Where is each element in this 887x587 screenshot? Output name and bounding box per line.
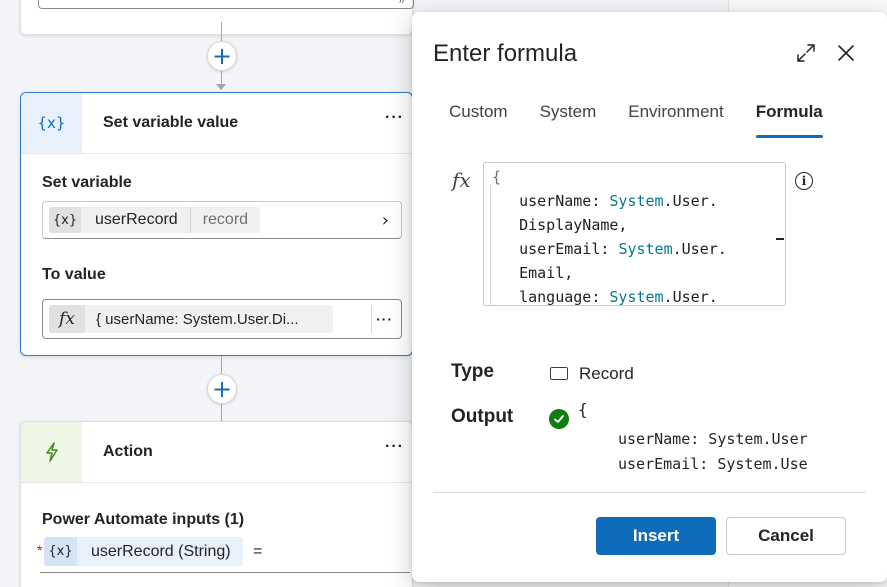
chevron-right-icon[interactable]: › (382, 210, 389, 231)
variable-icon: {x} (44, 537, 77, 566)
variable-name: userRecord (81, 207, 191, 233)
close-icon[interactable] (834, 41, 858, 65)
output-preview: userName: System.User userEmail: System.U… (618, 427, 816, 477)
variable-type: record (202, 211, 249, 228)
info-icon[interactable]: i (795, 172, 813, 190)
resize-handle-icon[interactable]: // (399, 0, 405, 6)
variable-icon: {x} (49, 207, 81, 233)
card-title: Action (103, 443, 153, 460)
plus-icon: + (211, 375, 233, 403)
input-underline (40, 572, 410, 573)
output-line: userName: System.User (618, 430, 808, 448)
lightning-bolt-icon (21, 422, 82, 482)
fx-icon: fx (452, 168, 471, 192)
tab-environment[interactable]: Environment (628, 102, 723, 138)
editor-scrollbar[interactable] (776, 238, 784, 240)
tab-custom[interactable]: Custom (449, 102, 508, 138)
success-check-icon (549, 409, 569, 429)
tab-system[interactable]: System (540, 102, 597, 138)
plus-icon: + (211, 42, 233, 70)
power-automate-inputs-label: Power Automate inputs (1) (42, 511, 245, 528)
previous-node-field[interactable]: // (38, 0, 414, 9)
card-header: {x} Set variable value ··· (21, 93, 412, 154)
set-variable-label: Set variable (42, 174, 132, 191)
action-card[interactable]: Action ··· Power Automate inputs (1) * {… (20, 421, 413, 587)
enter-formula-dialog: Enter formula Custom System Environment … (412, 12, 887, 582)
more-options-button[interactable]: ··· (385, 109, 404, 127)
add-node-button[interactable]: + (207, 374, 237, 404)
variable-picker[interactable]: {x} userRecord record › (42, 201, 402, 239)
to-value-label: To value (42, 266, 106, 283)
value-more-button[interactable]: ··· (371, 305, 397, 333)
formula-code[interactable]: { userName: System.User. DisplayName, us… (492, 165, 768, 305)
card-title: Set variable value (103, 114, 239, 131)
more-options-button[interactable]: ··· (385, 438, 404, 456)
output-line: userEmail: System.Use (618, 455, 808, 473)
formula-editor[interactable]: { userName: System.User. DisplayName, us… (483, 162, 786, 306)
type-value: Record (579, 364, 634, 383)
formula-chip[interactable]: fx { userName: System.User.Di... (49, 305, 333, 333)
variable-icon: {x} (21, 93, 82, 153)
expand-icon[interactable] (794, 41, 818, 65)
cancel-button[interactable]: Cancel (726, 517, 846, 555)
previous-node-card[interactable]: // (20, 0, 414, 35)
indent-guide (490, 185, 491, 305)
dialog-title: Enter formula (433, 40, 578, 67)
output-brace: { (578, 400, 588, 419)
fx-icon: fx (49, 305, 85, 333)
variable-chip[interactable]: {x} userRecord record (49, 207, 261, 233)
arrow-down-icon (216, 84, 226, 90)
required-mark: * (37, 542, 43, 558)
equals-sign: = (253, 543, 263, 560)
input-chip[interactable]: {x} userRecord (String) (44, 537, 243, 566)
card-header: Action ··· (21, 422, 412, 483)
tab-formula[interactable]: Formula (755, 102, 823, 138)
set-variable-card[interactable]: {x} Set variable value ··· Set variable … (20, 92, 413, 356)
insert-button[interactable]: Insert (596, 517, 716, 555)
input-name: userRecord (String) (91, 542, 231, 560)
type-label: Type (451, 361, 494, 382)
output-label: Output (451, 406, 514, 427)
dialog-divider (433, 492, 866, 493)
formula-tabs: Custom System Environment Formula (449, 102, 855, 138)
add-node-button[interactable]: + (207, 41, 237, 71)
formula-preview: { userName: System.User.Di... (96, 310, 299, 328)
value-input[interactable]: fx { userName: System.User.Di... ··· (42, 299, 402, 339)
record-icon (550, 367, 568, 380)
